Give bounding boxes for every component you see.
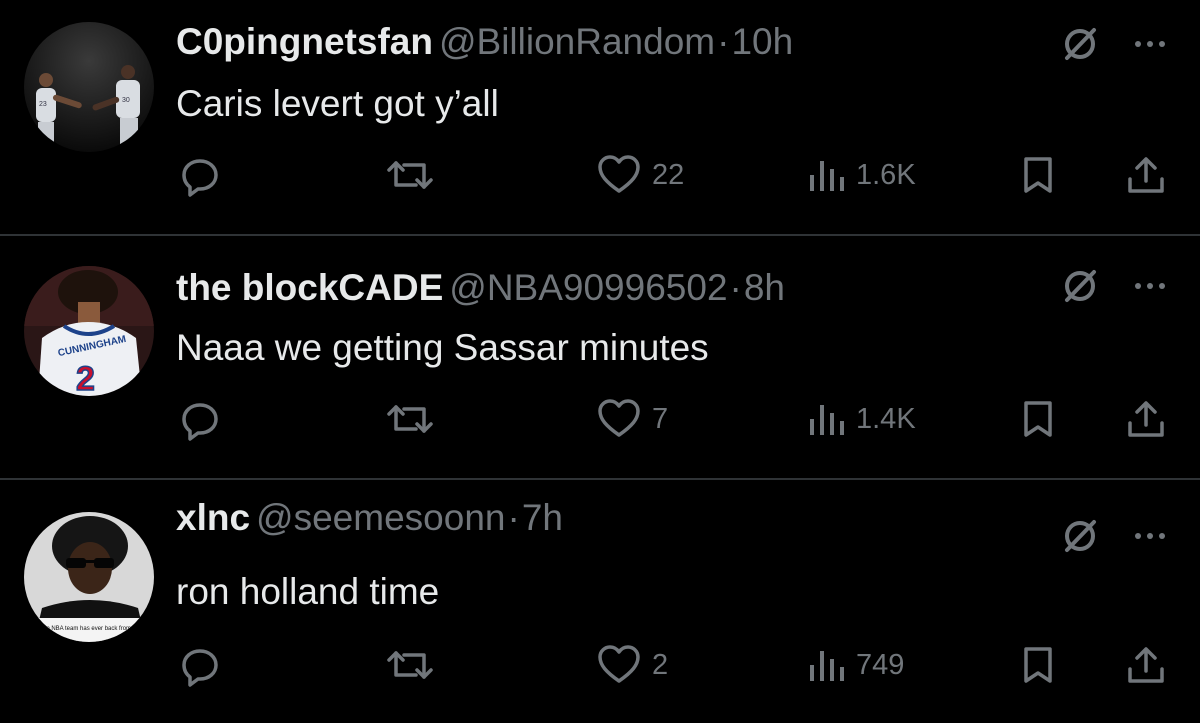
reply-icon [182, 159, 218, 197]
svg-text:30: 30 [122, 97, 130, 104]
retweet-icon [387, 161, 433, 189]
views-button[interactable]: 1.4K [806, 394, 916, 444]
timestamp[interactable]: 10h [731, 21, 793, 62]
bookmark-icon [1024, 157, 1052, 193]
display-name[interactable]: the blockCADE [176, 267, 443, 308]
bookmark-button[interactable] [1016, 150, 1060, 200]
like-button[interactable]: 7 [596, 394, 668, 444]
views-icon [810, 651, 844, 681]
tweet-actions: 7 1.4K [0, 394, 1200, 444]
like-button[interactable]: 22 [596, 150, 684, 200]
views-button[interactable]: 1.6K [806, 150, 916, 200]
tweet-text: ron holland time [176, 571, 440, 612]
avatar[interactable]: CUNNINGHAM 2 [24, 266, 154, 396]
more-icon[interactable] [1128, 22, 1172, 66]
timeline-feed: 30 23 C0pingnetsfan @BillionRandom·10h Ca… [0, 0, 1200, 723]
avatar[interactable]: 30 23 [24, 22, 154, 152]
retweet-icon [387, 651, 433, 679]
more-icon[interactable] [1128, 514, 1172, 558]
tweet-header: xlnc @seemesoonn·7h [176, 496, 563, 540]
retweet-icon [387, 405, 433, 433]
divider [0, 478, 1200, 480]
tweet-actions: 22 1.6K [0, 150, 1200, 200]
tweet[interactable]: CUNNINGHAM 2 the blockCADE @NBA90996502·8… [0, 240, 1200, 480]
heart-icon [598, 399, 640, 437]
grok-icon[interactable] [1058, 514, 1102, 558]
views-icon [810, 161, 844, 191]
separator: · [507, 497, 520, 538]
timestamp[interactable]: 8h [744, 267, 785, 308]
views-icon [810, 405, 844, 435]
views-button[interactable]: 749 [806, 640, 904, 690]
heart-icon [598, 645, 640, 683]
retweet-button[interactable] [386, 640, 434, 690]
share-icon [1128, 401, 1164, 437]
divider [0, 234, 1200, 236]
bookmark-button[interactable] [1016, 640, 1060, 690]
tweet-header: C0pingnetsfan @BillionRandom·10h [176, 20, 793, 64]
grok-icon[interactable] [1058, 264, 1102, 308]
grok-icon[interactable] [1058, 22, 1102, 66]
tweet[interactable]: No NBA team has ever back from a 0-3 xln… [0, 482, 1200, 722]
like-count: 7 [652, 402, 669, 435]
share-icon [1128, 157, 1164, 193]
reply-button[interactable] [178, 640, 222, 690]
jersey-number: 2 [76, 360, 95, 396]
bookmark-button[interactable] [1016, 394, 1060, 444]
like-count: 22 [652, 158, 685, 191]
reply-icon [182, 649, 218, 687]
bookmark-icon [1024, 647, 1052, 683]
share-icon [1128, 647, 1164, 683]
user-handle[interactable]: @seemesoonn [256, 497, 505, 538]
reply-button[interactable] [178, 394, 222, 444]
share-button[interactable] [1124, 150, 1168, 200]
separator: · [729, 267, 742, 308]
user-handle[interactable]: @NBA90996502 [449, 267, 727, 308]
more-icon[interactable] [1128, 264, 1172, 308]
reply-icon [182, 403, 218, 441]
tweet[interactable]: 30 23 C0pingnetsfan @BillionRandom·10h Ca… [0, 0, 1200, 240]
retweet-button[interactable] [386, 394, 434, 444]
view-count: 1.4K [856, 402, 916, 435]
heart-icon [598, 155, 640, 193]
like-button[interactable]: 2 [596, 640, 668, 690]
share-button[interactable] [1124, 394, 1168, 444]
view-count: 1.6K [856, 158, 916, 191]
tweet-header: the blockCADE @NBA90996502·8h [176, 266, 785, 310]
like-count: 2 [652, 648, 669, 681]
timestamp[interactable]: 7h [522, 497, 563, 538]
user-handle[interactable]: @BillionRandom [439, 21, 715, 62]
avatar[interactable]: No NBA team has ever back from a 0-3 [24, 512, 154, 642]
bookmark-icon [1024, 401, 1052, 437]
display-name[interactable]: xlnc [176, 497, 250, 538]
tweet-text: Caris levert got y’all [176, 83, 499, 124]
display-name[interactable]: C0pingnetsfan [176, 21, 433, 62]
share-button[interactable] [1124, 640, 1168, 690]
view-count: 749 [856, 648, 905, 681]
svg-text:23: 23 [39, 101, 47, 108]
reply-button[interactable] [178, 150, 222, 200]
separator: · [717, 21, 730, 62]
tweet-actions: 2 749 [0, 640, 1200, 690]
tweet-text: Naaa we getting Sassar minutes [176, 327, 709, 368]
avatar-caption: No NBA team has ever back from a 0-3 [42, 626, 147, 632]
retweet-button[interactable] [386, 150, 434, 200]
